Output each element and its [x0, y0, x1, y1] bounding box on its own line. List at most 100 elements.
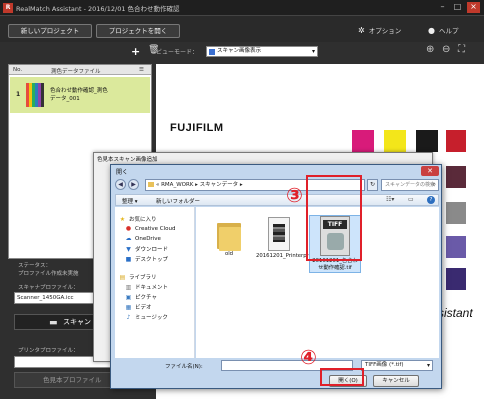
- scanner-profile-label: スキャナプロファイル：: [18, 285, 79, 291]
- new-folder-button[interactable]: 新しいフォルダー: [156, 197, 200, 205]
- close-button[interactable]: ×: [467, 2, 480, 13]
- color-patch: [446, 236, 466, 258]
- app-window: R RealMatch Assistant - 2016/12/01 色合わせ動…: [0, 0, 484, 399]
- view-options-icon[interactable]: ☷▾: [386, 196, 394, 203]
- gear-icon: ✲: [358, 26, 365, 35]
- chart-thumbnail-icon: [26, 83, 44, 107]
- zoom-out-icon[interactable]: ⊖: [442, 44, 450, 55]
- documents-icon: ▥: [125, 284, 132, 291]
- step4-highlight: [320, 368, 364, 386]
- search-input[interactable]: スキャンデータの検索 ⌕: [381, 179, 439, 191]
- nav-onedrive[interactable]: ☁ OneDrive: [125, 235, 161, 242]
- options-label: オプション: [368, 27, 402, 35]
- options-button[interactable]: ✲ オプション: [358, 25, 401, 35]
- dialog-footer: ファイル名(N): TIFF画像 (*.tif) ▾ 開く(O) キャンセル: [115, 358, 439, 388]
- file-item-printer-profile[interactable]: 20161201_Printerprofile_cset.tif: [256, 217, 341, 260]
- file-name: old: [224, 251, 234, 257]
- cancel-button[interactable]: キャンセル: [373, 375, 419, 387]
- scan-image-dialog-title: 色見本スキャン画像追加: [97, 157, 158, 163]
- column-file: 測色データファイル: [51, 69, 101, 75]
- nav-documents[interactable]: ▥ ドキュメント: [125, 283, 168, 291]
- color-patch: [446, 166, 466, 188]
- back-arrow-icon[interactable]: ◀: [115, 179, 126, 190]
- add-file-button[interactable]: +: [131, 45, 140, 58]
- chevron-down-icon: ▾: [426, 362, 430, 369]
- printer-profile-label: プリンタプロファイル：: [18, 348, 79, 354]
- nav-videos[interactable]: ▦ ビデオ: [125, 303, 152, 311]
- window-title: RealMatch Assistant - 2016/12/01 色合わせ動作確…: [16, 5, 180, 13]
- pictures-icon: ▣: [125, 294, 132, 301]
- status-section: ステータス： プロファイル作成未実施: [18, 262, 79, 278]
- lightbulb-icon: ●: [428, 26, 435, 35]
- color-patch: [384, 130, 406, 152]
- row-number: 1: [16, 91, 21, 98]
- scan-button-label: スキャン: [63, 318, 91, 326]
- step3-marker: ③: [286, 183, 303, 207]
- folder-icon: [148, 182, 154, 187]
- organize-menu[interactable]: 整理 ▾: [122, 197, 138, 205]
- view-mode-select[interactable]: スキャン画像表示 ▾: [206, 46, 318, 57]
- viewer-toolbar: 🗑 ビューモード： スキャン画像表示 ▾ ⊕ ⊖ ⛶: [148, 44, 484, 60]
- main-toolbar: 新しいプロジェクト プロジェクトを開く ✲ オプション ● ヘルプ: [0, 16, 484, 42]
- list-toolbar: +: [8, 45, 152, 60]
- scan-view-icon: [209, 49, 215, 55]
- color-patch: [446, 268, 466, 290]
- row-filename: 色合わせ動作確認_測色 データ_001: [50, 88, 108, 102]
- folder-icon: [217, 219, 241, 251]
- command-bar: 整理 ▾ 新しいフォルダー ☷▾ ▭ ?: [115, 194, 439, 206]
- folder-item-old[interactable]: old: [206, 219, 252, 258]
- nav-creative-cloud[interactable]: ● Creative Cloud: [125, 225, 176, 232]
- library-icon: ▤: [119, 274, 126, 281]
- status-value: プロファイル作成未実施: [18, 271, 79, 277]
- step3-highlight: [306, 175, 362, 261]
- scanner-icon: ▬: [49, 318, 58, 328]
- help-label: ヘルプ: [438, 27, 459, 35]
- file-name: 20161201_Printerprofile_cset.tif: [256, 253, 341, 259]
- forward-arrow-icon[interactable]: ▶: [128, 179, 139, 190]
- dialog-title: 開く: [116, 169, 129, 176]
- video-icon: ▦: [125, 304, 132, 311]
- view-mode-label: ビューモード：: [156, 49, 199, 56]
- minimize-button[interactable]: –: [436, 2, 449, 13]
- desktop-icon: ■: [125, 256, 132, 263]
- help-icon[interactable]: ?: [427, 196, 435, 204]
- music-icon: ♪: [126, 314, 131, 321]
- tif-file-icon: [268, 217, 290, 251]
- color-patch: [416, 130, 438, 152]
- color-profile-button[interactable]: 色見本プロファイル: [14, 372, 124, 388]
- preview-pane-icon[interactable]: ▭: [408, 196, 414, 203]
- open-project-button[interactable]: プロジェクトを開く: [96, 24, 180, 38]
- open-file-dialog: 開く ✕ ◀ ▶ « RMA_WORK ▸ スキャンデータ ▸ ↻ スキャンデー…: [110, 164, 442, 389]
- color-patch: [446, 130, 466, 152]
- refresh-icon[interactable]: ↻: [367, 179, 378, 191]
- download-icon: ▼: [126, 246, 131, 253]
- column-no: No.: [13, 67, 23, 73]
- nav-favorites[interactable]: ★ お気に入り: [119, 215, 157, 223]
- help-button[interactable]: ● ヘルプ: [428, 25, 458, 35]
- new-project-button[interactable]: 新しいプロジェクト: [8, 24, 92, 38]
- nav-pictures[interactable]: ▣ ピクチャ: [125, 293, 157, 301]
- status-label: ステータス：: [18, 263, 52, 269]
- app-logo-icon: R: [3, 3, 13, 13]
- filetype-select[interactable]: TIFF画像 (*.tif) ▾: [361, 360, 433, 371]
- title-bar: R RealMatch Assistant - 2016/12/01 色合わせ動…: [0, 0, 484, 16]
- star-icon: ★: [119, 216, 126, 223]
- brand-logo: FUJIFILM: [170, 122, 224, 134]
- search-icon: ⌕: [432, 181, 436, 188]
- nav-desktop[interactable]: ■ デスクトップ: [125, 255, 168, 263]
- fit-screen-icon[interactable]: ⛶: [458, 44, 465, 55]
- assistant-text: sistant: [438, 306, 473, 320]
- dialog-close-button[interactable]: ✕: [421, 166, 439, 176]
- list-item[interactable]: 1 色合わせ動作確認_測色 データ_001: [10, 77, 150, 113]
- step4-marker: ④: [300, 345, 317, 369]
- chevron-down-icon: ▾: [311, 48, 315, 55]
- color-patch: [446, 202, 466, 224]
- nav-downloads[interactable]: ▼ ダウンロード: [125, 245, 168, 253]
- list-header: No. 測色データファイル ☰: [9, 65, 151, 75]
- list-menu-icon[interactable]: ☰: [139, 67, 144, 73]
- nav-libraries[interactable]: ▤ ライブラリ: [119, 273, 157, 281]
- creative-cloud-icon: ●: [125, 225, 132, 232]
- zoom-in-icon[interactable]: ⊕: [426, 44, 434, 55]
- nav-music[interactable]: ♪ ミュージック: [125, 313, 168, 321]
- maximize-button[interactable]: □: [451, 2, 464, 13]
